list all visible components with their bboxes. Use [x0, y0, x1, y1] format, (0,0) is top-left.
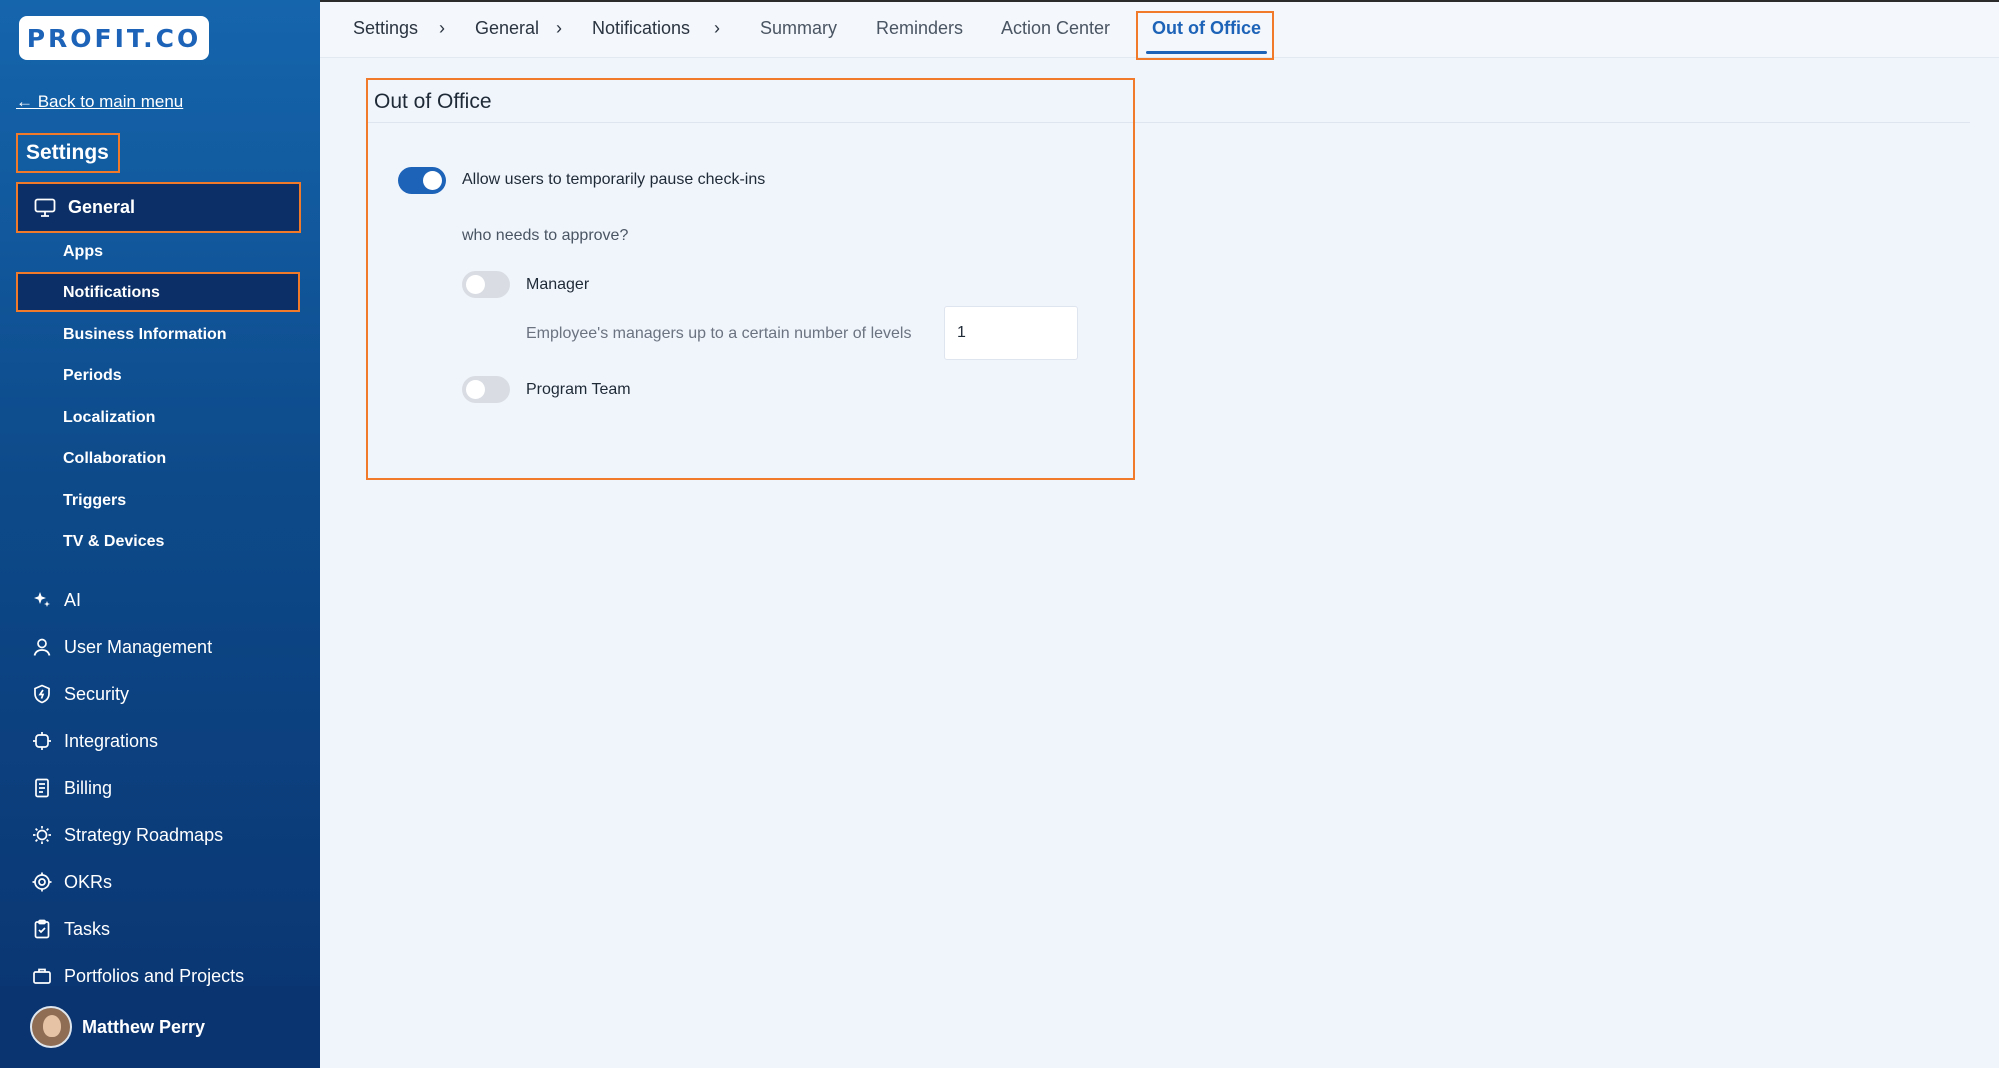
sidebar-item-billing-label: Billing [64, 777, 113, 798]
profit-co-logo[interactable]: PROFIT.CO [19, 16, 209, 60]
monitor-icon [34, 198, 56, 217]
breadcrumb-general[interactable]: General [475, 18, 539, 39]
target-icon [30, 870, 54, 894]
tab-out-of-office-label: Out of Office [1152, 18, 1261, 38]
tab-summary[interactable]: Summary [760, 18, 837, 39]
toggle-knob [423, 171, 442, 190]
sidebar-item-security-label: Security [64, 683, 130, 704]
breadcrumb-separator: › [556, 18, 562, 38]
sidebar-item-portfolios-projects[interactable]: Portfolios and Projects [30, 964, 244, 988]
user-icon [30, 635, 54, 659]
program-team-toggle[interactable] [462, 376, 510, 403]
sidebar-item-tasks[interactable]: Tasks [30, 917, 110, 941]
manager-toggle[interactable] [462, 271, 510, 298]
sidebar-subitem-periods[interactable]: Periods [63, 367, 122, 385]
sidebar-item-integrations[interactable]: Integrations [30, 729, 158, 753]
breadcrumb-notifications[interactable]: Notifications [592, 18, 690, 39]
toggle-knob [466, 275, 485, 294]
program-team-label: Program Team [526, 381, 631, 398]
levels-input[interactable] [944, 306, 1078, 360]
sidebar-subitem-apps[interactable]: Apps [63, 243, 103, 261]
sidebar-subitem-notifications[interactable]: Notifications [16, 272, 300, 312]
sidebar-item-okrs[interactable]: OKRs [30, 870, 112, 894]
sidebar-item-user-management-label: User Management [64, 636, 213, 657]
sidebar-item-general[interactable]: General [16, 182, 301, 233]
sidebar-item-billing[interactable]: Billing [30, 776, 112, 800]
breadcrumb-separator: › [439, 18, 445, 38]
tab-action-center[interactable]: Action Center [1001, 18, 1110, 39]
sidebar: PROFIT.CO ← Back to main menu Settings G… [0, 0, 320, 1068]
lightbulb-icon [30, 823, 54, 847]
tab-out-of-office[interactable]: Out of Office [1136, 11, 1274, 60]
shield-icon [30, 682, 54, 706]
sidebar-item-security[interactable]: Security [30, 682, 129, 706]
sidebar-item-okrs-label: OKRs [64, 871, 113, 892]
sidebar-item-tasks-label: Tasks [64, 918, 111, 939]
sidebar-subitem-collaboration[interactable]: Collaboration [63, 450, 166, 468]
settings-title: Settings [16, 133, 120, 173]
user-name: Matthew Perry [82, 1016, 206, 1037]
sidebar-item-strategy-roadmaps[interactable]: Strategy Roadmaps [30, 823, 223, 847]
toggle-knob [466, 380, 485, 399]
tab-reminders[interactable]: Reminders [876, 18, 963, 39]
sparkle-icon [30, 588, 54, 612]
breadcrumb-separator: › [714, 18, 720, 38]
panel-title: Out of Office [374, 90, 492, 113]
manager-label: Manager [526, 276, 590, 293]
approve-question: who needs to approve? [462, 227, 629, 244]
sidebar-item-strategy-roadmaps-label: Strategy Roadmaps [64, 824, 224, 845]
sidebar-item-portfolios-projects-label: Portfolios and Projects [64, 965, 245, 986]
receipt-icon [30, 776, 54, 800]
sidebar-item-integrations-label: Integrations [64, 730, 159, 751]
sidebar-subitem-tv-devices[interactable]: TV & Devices [63, 533, 164, 551]
sidebar-subitem-localization[interactable]: Localization [63, 409, 155, 427]
sidebar-item-user-management[interactable]: User Management [30, 635, 212, 659]
breadcrumb-settings[interactable]: Settings [353, 18, 418, 39]
avatar [30, 1006, 72, 1048]
sidebar-item-ai[interactable]: AI [30, 588, 81, 612]
levels-label: Employee's managers up to a certain numb… [526, 325, 912, 342]
clipboard-icon [30, 917, 54, 941]
back-to-main-menu-link[interactable]: ← Back to main menu [16, 92, 183, 112]
sidebar-subitem-business-information[interactable]: Business Information [63, 326, 227, 344]
sidebar-item-general-label: General [68, 197, 136, 217]
allow-pause-toggle[interactable] [398, 167, 446, 194]
active-tab-underline [1146, 51, 1267, 54]
user-profile[interactable]: Matthew Perry [0, 986, 320, 1068]
briefcase-icon [30, 964, 54, 988]
sidebar-item-ai-label: AI [64, 589, 82, 610]
integration-icon [30, 729, 54, 753]
sidebar-subitem-triggers[interactable]: Triggers [63, 492, 126, 510]
allow-pause-label: Allow users to temporarily pause check-i… [462, 171, 766, 188]
